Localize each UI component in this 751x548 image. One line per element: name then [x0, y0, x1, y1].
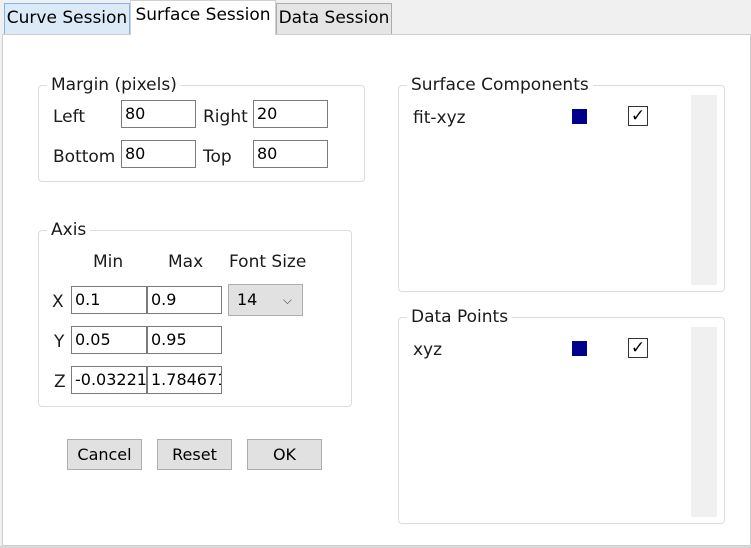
axis-y-label: Y — [54, 332, 65, 352]
margin-right-label: Right — [203, 107, 248, 127]
axis-x-max-input[interactable]: 0.9 — [147, 286, 222, 314]
tab-data-session[interactable]: Data Session — [276, 3, 392, 34]
tab-curve-session[interactable]: Curve Session — [4, 3, 130, 34]
margin-bottom-input[interactable]: 80 — [121, 140, 196, 168]
margin-top-input[interactable]: 80 — [253, 140, 328, 168]
list-item[interactable]: xyz ✓ — [408, 327, 688, 367]
axis-z-min-input[interactable]: -0.03221 — [71, 366, 147, 394]
tab-strip: Curve Session Surface Session Data Sessi… — [0, 0, 751, 35]
axis-z-label: Z — [54, 372, 66, 392]
data-list-scrollbar[interactable] — [691, 327, 717, 517]
data-item-color-swatch — [572, 341, 587, 356]
margin-top-label: Top — [203, 147, 232, 167]
axis-z-max-input[interactable]: 1.784671 — [147, 366, 222, 394]
axis-y-max-input[interactable]: 0.95 — [147, 326, 222, 354]
axis-y-min-input[interactable]: 0.05 — [71, 326, 147, 354]
axis-legend: Axis — [51, 220, 87, 240]
axis-x-label: X — [52, 292, 64, 312]
surface-components-list[interactable]: fit-xyz ✓ — [408, 95, 718, 285]
margin-legend: Margin (pixels) — [51, 75, 177, 95]
tab-surface-session[interactable]: Surface Session — [130, 0, 276, 35]
surface-item-checkbox[interactable]: ✓ — [628, 106, 648, 126]
axis-x-min-input[interactable]: 0.1 — [71, 286, 147, 314]
surface-components-legend: Surface Components — [411, 75, 589, 95]
data-item-label: xyz — [413, 340, 443, 360]
data-points-list[interactable]: xyz ✓ — [408, 327, 718, 517]
margin-left-label: Left — [53, 107, 85, 127]
surface-session-panel: Margin (pixels) Left 80 Right 20 Bottom … — [2, 34, 751, 546]
axis-font-size-header: Font Size — [229, 252, 307, 272]
surface-item-color-swatch — [572, 109, 587, 124]
font-size-select[interactable]: 14 ⌵ — [228, 284, 303, 316]
axis-min-header: Min — [93, 252, 124, 272]
data-points-legend: Data Points — [411, 307, 509, 327]
axis-max-header: Max — [168, 252, 204, 272]
margin-right-input[interactable]: 20 — [253, 100, 328, 128]
cancel-button[interactable]: Cancel — [67, 439, 142, 470]
ok-button[interactable]: OK — [247, 439, 322, 470]
list-item[interactable]: fit-xyz ✓ — [408, 95, 688, 135]
margin-bottom-label: Bottom — [53, 147, 116, 167]
chevron-down-icon: ⌵ — [282, 293, 292, 307]
margin-left-input[interactable]: 80 — [121, 100, 196, 128]
font-size-value: 14 — [237, 290, 258, 309]
surface-list-scrollbar[interactable] — [691, 95, 717, 285]
surface-item-label: fit-xyz — [413, 108, 466, 128]
reset-button[interactable]: Reset — [157, 439, 232, 470]
data-item-checkbox[interactable]: ✓ — [628, 338, 648, 358]
